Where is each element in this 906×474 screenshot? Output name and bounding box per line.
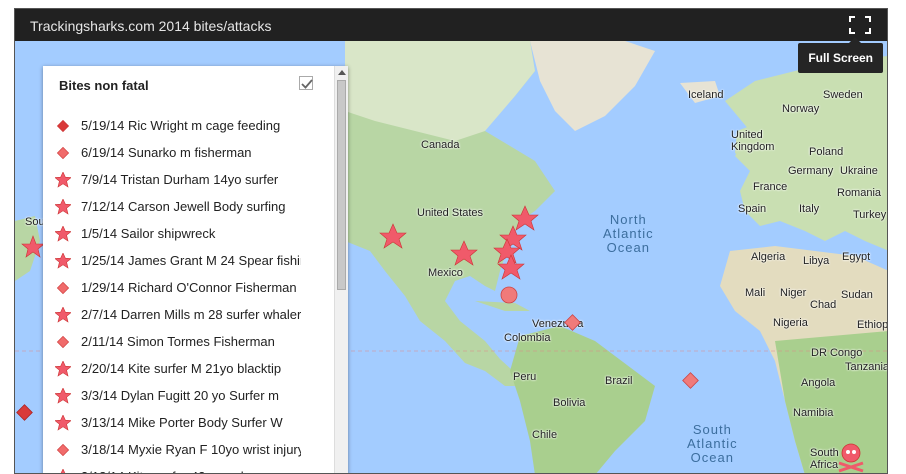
map-title: Trackingsharks.com 2014 bites/attacks xyxy=(30,18,272,34)
legend-item[interactable]: 2/11/14 Simon Tormes Fisherman xyxy=(55,328,335,355)
diamond-marker-icon xyxy=(56,146,70,159)
star-marker xyxy=(379,223,407,249)
scroll-thumb[interactable] xyxy=(337,80,346,290)
legend-title: Bites non fatal xyxy=(59,78,149,93)
legend-item[interactable]: 2/7/14 Darren Mills m 28 surfer whaler xyxy=(55,301,335,328)
diamond-marker xyxy=(564,314,581,331)
star-marker-icon xyxy=(55,360,71,377)
diamond-marker-icon xyxy=(56,443,70,456)
legend-item[interactable]: 3/13/14 Mike Porter Body Surfer W xyxy=(55,409,335,436)
map-frame: Trackingsharks.com 2014 bites/attacks Fu… xyxy=(14,8,888,474)
legend-item-label: 7/9/14 Tristan Durham 14yo surfer xyxy=(81,172,279,187)
legend-item[interactable]: 7/12/14 Carson Jewell Body surfing xyxy=(55,193,335,220)
legend-item-label: 1/25/14 James Grant M 24 Spear fishing xyxy=(81,253,301,268)
legend-item[interactable]: 3/18/14 Myxie Ryan F 10yo wrist injury xyxy=(55,436,335,463)
check-icon xyxy=(301,79,313,89)
scroll-up-arrow-icon[interactable] xyxy=(338,70,346,75)
legend-item[interactable]: 7/9/14 Tristan Durham 14yo surfer xyxy=(55,166,335,193)
legend-item[interactable]: 1/29/14 Richard O'Connor Fisherman xyxy=(55,274,335,301)
star-marker xyxy=(450,240,478,266)
star-marker-icon xyxy=(55,387,71,404)
legend-item-label: 3/18/14 Myxie Ryan F 10yo wrist injury xyxy=(81,442,301,457)
star-marker-icon xyxy=(60,468,66,473)
star-marker-icon xyxy=(55,171,71,188)
legend-item-label: 5/19/14 Ric Wright m cage feeding xyxy=(81,118,281,133)
legend-panel: Bites non fatal 5/19/14 Ric Wright m cag… xyxy=(43,66,348,473)
star-marker xyxy=(511,205,539,231)
legend-scrollbar[interactable] xyxy=(334,66,348,473)
legend-item-label: 6/19/14 Sunarko m fisherman xyxy=(81,145,252,160)
legend-item[interactable]: 1/5/14 Sailor shipwreck xyxy=(55,220,335,247)
star-marker-icon xyxy=(55,225,71,242)
legend-item[interactable]: 5/19/14 Ric Wright m cage feeding xyxy=(55,112,335,139)
fullscreen-tooltip: Full Screen xyxy=(798,37,883,73)
star-marker-icon xyxy=(55,198,71,215)
diamond-marker-icon xyxy=(56,281,70,294)
legend-item-label: 7/12/14 Carson Jewell Body surfing xyxy=(81,199,286,214)
legend-item-label: 3/3/14 Dylan Fugitt 20 yo Surfer m xyxy=(81,388,279,403)
diamond-marker xyxy=(682,372,699,389)
legend-item[interactable]: 3/3/14 Dylan Fugitt 20 yo Surfer m xyxy=(55,382,335,409)
star-marker-icon xyxy=(55,414,71,431)
skull-marker xyxy=(838,443,864,473)
legend-item-label: 1/5/14 Sailor shipwreck xyxy=(81,226,216,241)
circle-marker xyxy=(500,286,518,304)
star-marker-icon xyxy=(55,252,71,269)
diamond-marker xyxy=(16,404,33,421)
fullscreen-icon[interactable] xyxy=(849,16,871,34)
legend-item-label: 3/18/14 Kite surfer 42yo male xyxy=(81,469,301,473)
legend-item[interactable]: 3/18/14 Kite surfer 42yo male xyxy=(55,463,335,473)
legend-item[interactable]: 6/19/14 Sunarko m fisherman xyxy=(55,139,335,166)
star-marker-icon xyxy=(55,306,71,323)
diamond-marker-icon xyxy=(56,119,70,132)
legend-item-label: 3/13/14 Mike Porter Body Surfer W xyxy=(81,415,283,430)
diamond-marker-icon xyxy=(56,335,70,348)
star-marker xyxy=(21,235,45,258)
legend-item-label: 2/20/14 Kite surfer M 21yo blacktip xyxy=(81,361,282,376)
legend-item[interactable]: 1/25/14 James Grant M 24 Spear fishing xyxy=(55,247,335,274)
legend-item[interactable]: 2/20/14 Kite surfer M 21yo blacktip xyxy=(55,355,335,382)
title-bar: Trackingsharks.com 2014 bites/attacks xyxy=(15,9,887,41)
legend-item-label: 2/7/14 Darren Mills m 28 surfer whaler xyxy=(81,307,301,322)
legend-item-label: 2/11/14 Simon Tormes Fisherman xyxy=(81,334,275,349)
legend-checkbox[interactable] xyxy=(299,76,313,90)
legend-item-label: 1/29/14 Richard O'Connor Fisherman xyxy=(81,280,297,295)
